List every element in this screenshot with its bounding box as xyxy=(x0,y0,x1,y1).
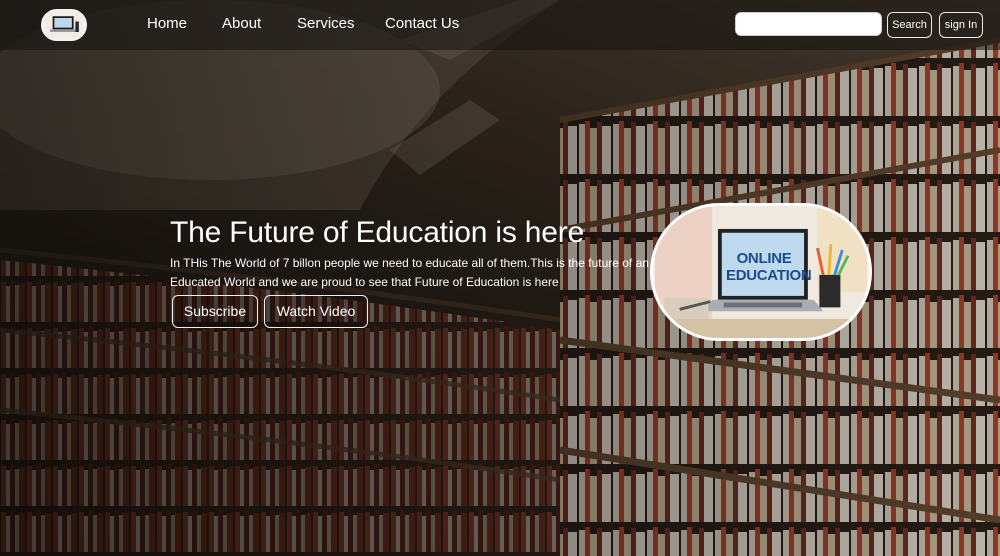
nav-link-contact[interactable]: Contact Us xyxy=(385,15,459,32)
navbar: Home About Services Contact Us Search si… xyxy=(0,0,1000,50)
hero-title: The Future of Education is here xyxy=(170,216,585,249)
hero-description: In THis The World of 7 billon people we … xyxy=(170,256,649,289)
nav-link-home[interactable]: Home xyxy=(147,15,187,32)
online-education-image: ONLINE EDUCATION xyxy=(650,203,872,341)
nav-link-services[interactable]: Services xyxy=(297,15,355,32)
sign-in-button[interactable]: sign In xyxy=(939,12,983,38)
watch-video-button[interactable]: Watch Video xyxy=(264,295,368,328)
caption-line-education: EDUCATION xyxy=(726,267,812,284)
nav-link-about[interactable]: About xyxy=(222,15,261,32)
subscribe-button[interactable]: Subscribe xyxy=(172,295,258,328)
online-education-caption: ONLINE EDUCATION xyxy=(726,250,812,284)
laptop-logo-icon xyxy=(43,11,85,39)
caption-line-online: ONLINE xyxy=(736,250,792,267)
search-input[interactable] xyxy=(735,12,882,36)
search-button[interactable]: Search xyxy=(887,12,932,38)
site-logo[interactable] xyxy=(41,9,87,41)
